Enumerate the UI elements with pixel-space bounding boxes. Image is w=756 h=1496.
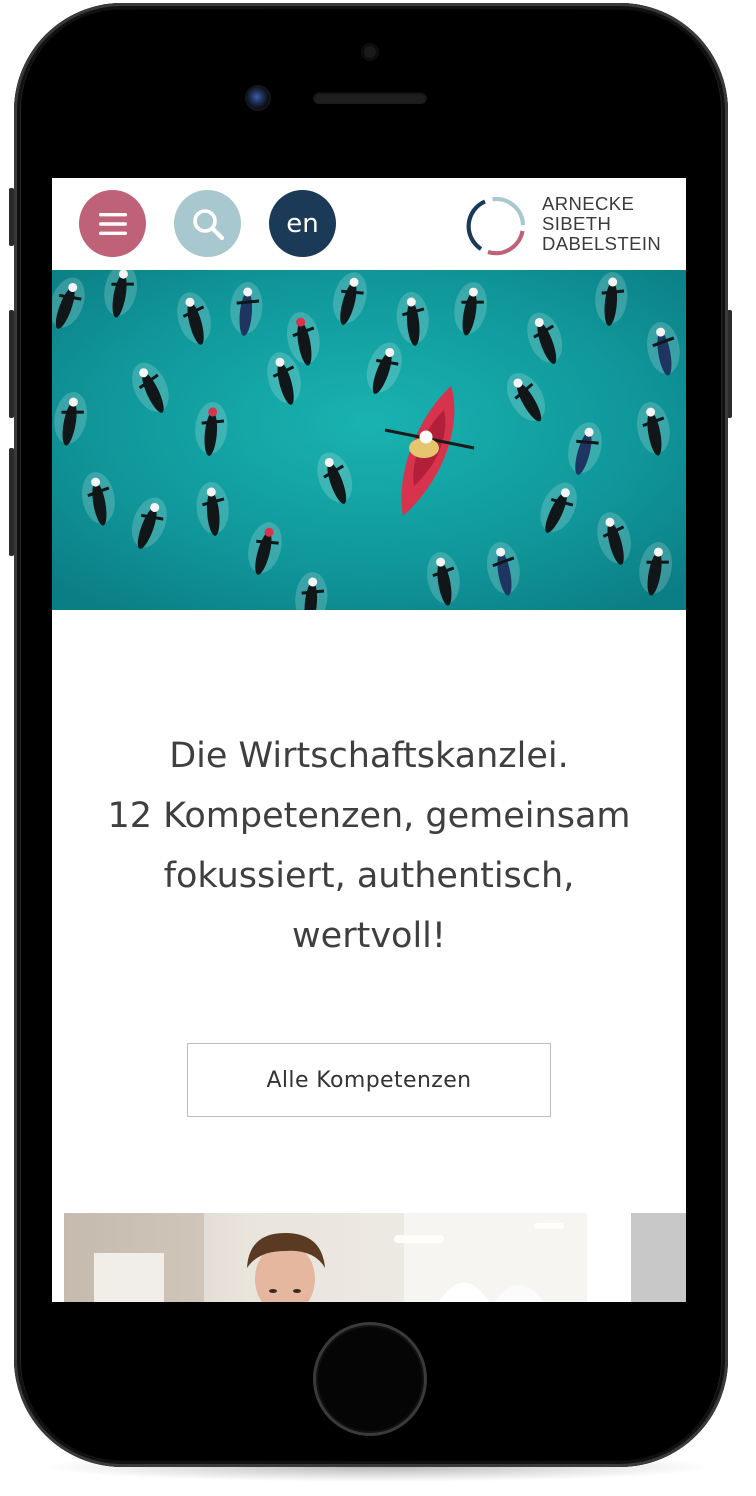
language-label: en — [286, 208, 319, 239]
headline-line-3: fokussiert, authentisch, — [163, 856, 575, 896]
logo-mark-icon — [466, 196, 526, 256]
logo-line-2: SIBETH — [542, 213, 612, 234]
home-button[interactable] — [313, 1322, 427, 1436]
logo-line-1: ARNECKE — [542, 193, 635, 214]
next-card-preview[interactable] — [631, 1213, 686, 1302]
hero-image — [52, 270, 686, 610]
all-competences-button[interactable]: Alle Kompetenzen — [187, 1043, 551, 1117]
front-camera — [247, 87, 269, 109]
search-icon — [192, 208, 224, 240]
logo-wordmark: ARNECKE SIBETH DABELSTEIN — [542, 194, 661, 254]
menu-button[interactable] — [79, 190, 146, 257]
headline-line-4: wertvoll! — [292, 916, 446, 956]
team-photo-card[interactable] — [64, 1213, 587, 1302]
search-button[interactable] — [174, 190, 241, 257]
intro-headline: Die Wirtschaftskanzlei. 12 Kompetenzen, … — [52, 726, 686, 966]
headline-line-2: 12 Kompetenzen, gemeinsam — [107, 796, 631, 836]
language-switch-button[interactable]: en — [269, 190, 336, 257]
logo-line-3: DABELSTEIN — [542, 233, 662, 254]
hamburger-icon — [98, 212, 127, 235]
logo[interactable]: ARNECKE SIBETH DABELSTEIN — [466, 192, 676, 256]
phone-screen: en ARNECKE SIBETH DABELSTEIN Die Wirtsch… — [52, 178, 686, 1302]
earpiece-speaker — [313, 92, 427, 104]
proximity-sensor — [361, 43, 379, 61]
site-header: en ARNECKE SIBETH DABELSTEIN — [52, 178, 686, 270]
headline-line-1: Die Wirtschaftskanzlei. — [169, 736, 569, 776]
